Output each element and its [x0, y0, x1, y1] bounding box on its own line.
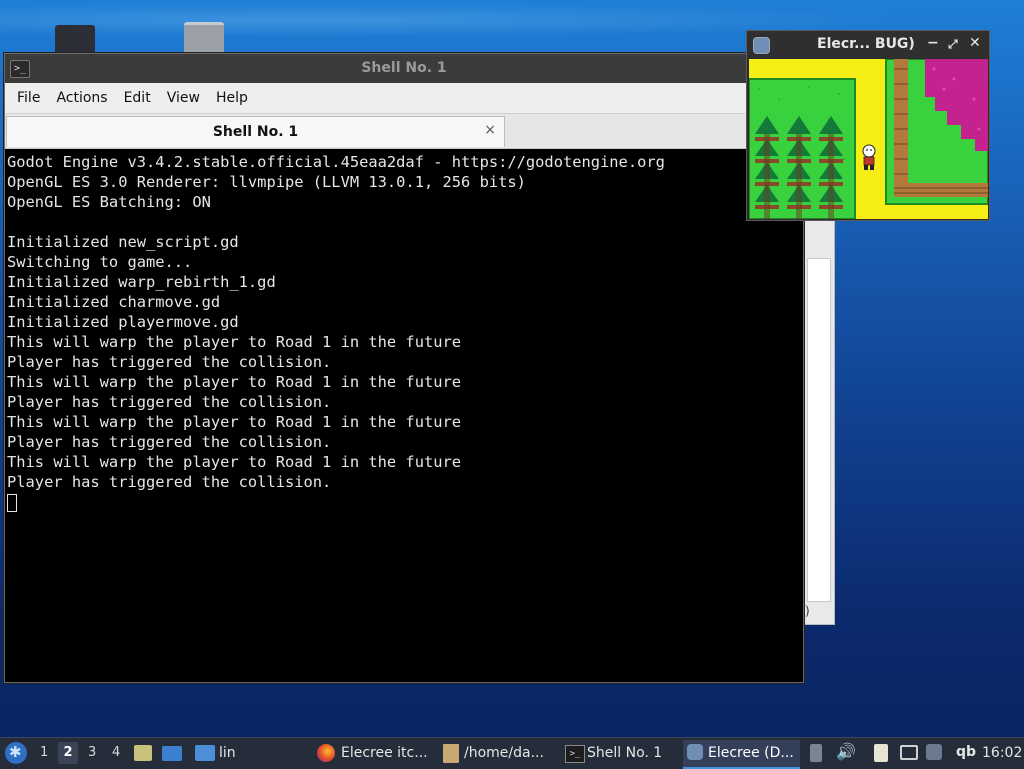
- output-line: This will warp the player to Road 1 in t…: [7, 413, 462, 431]
- output-line: This will warp the player to Road 1 in t…: [7, 453, 462, 471]
- game-scene: [749, 59, 988, 219]
- close-button[interactable]: ✕: [969, 35, 981, 51]
- game-viewport[interactable]: [749, 59, 988, 219]
- app-menu-button[interactable]: ✱: [5, 742, 27, 764]
- background-window: ): [800, 215, 835, 625]
- output-line: Initialized charmove.gd: [7, 293, 221, 311]
- window-title: Shell No. 1: [361, 60, 447, 76]
- minimize-button[interactable]: −: [927, 35, 939, 51]
- tab-shell-1[interactable]: Shell No. 1 ×: [6, 116, 505, 147]
- output-line: Player has triggered the collision.: [7, 393, 332, 411]
- task-label: Elecree (D...: [708, 745, 794, 761]
- game-titlebar[interactable]: Elecr... BUG) − ⤢ ✕: [747, 31, 989, 58]
- wooden-fence-vertical: [894, 59, 908, 197]
- task-label: Elecree itc...: [341, 745, 428, 761]
- output-line: Initialized warp_rebirth_1.gd: [7, 273, 276, 291]
- menu-actions[interactable]: Actions: [48, 90, 115, 106]
- text-cursor: [7, 493, 17, 512]
- scroll-arrows-icon[interactable]: [810, 744, 822, 762]
- output-line: This will warp the player to Road 1 in t…: [7, 333, 462, 351]
- output-line: Player has triggered the collision.: [7, 433, 332, 451]
- output-line: OpenGL ES Batching: ON: [7, 193, 211, 211]
- task-godot-active[interactable]: Elecree (D...: [683, 740, 800, 769]
- folder-icon[interactable]: [195, 745, 215, 761]
- wooden-fence-horizontal: [894, 183, 988, 197]
- background-window-panel: [807, 258, 831, 602]
- menu-file[interactable]: File: [9, 90, 48, 106]
- notification-icon[interactable]: [926, 744, 942, 760]
- tab-bar: Shell No. 1 ×: [5, 114, 803, 149]
- output-line: Player has triggered the collision.: [7, 353, 332, 371]
- output-line: Godot Engine v3.4.2.stable.official.45ea…: [7, 153, 665, 171]
- game-window[interactable]: Elecr... BUG) − ⤢ ✕: [746, 30, 990, 221]
- workspace-3[interactable]: 3: [88, 745, 96, 760]
- game-window-title: Elecr... BUG): [817, 36, 915, 52]
- output-line: OpenGL ES 3.0 Renderer: llvmpipe (LLVM 1…: [7, 173, 526, 191]
- menu-bar: File Actions Edit View Help: [5, 83, 803, 114]
- workspace-1[interactable]: 1: [40, 745, 48, 760]
- task-label: Shell No. 1: [587, 745, 663, 761]
- menu-logo-icon: ✱: [9, 743, 22, 761]
- task-label: /home/da...: [464, 745, 544, 761]
- output-line: Player has triggered the collision.: [7, 473, 332, 491]
- firefox-icon: [317, 744, 335, 762]
- workspace-2[interactable]: 2: [58, 742, 78, 764]
- terminal-output[interactable]: Godot Engine v3.4.2.stable.official.45ea…: [5, 149, 803, 682]
- godot-icon: [687, 744, 703, 760]
- tray-qb-text[interactable]: qb: [956, 744, 976, 760]
- taskbar: ✱ 1 2 3 4 lin Elecree itc... /home/da...…: [0, 737, 1024, 769]
- show-desktop-icon[interactable]: [162, 746, 182, 761]
- volume-icon[interactable]: 🔊: [836, 742, 856, 761]
- clock[interactable]: 16:02: [982, 745, 1022, 761]
- network-icon[interactable]: [900, 745, 918, 760]
- godot-icon: [753, 37, 770, 54]
- clipboard-icon[interactable]: [874, 744, 888, 762]
- output-line: Initialized new_script.gd: [7, 233, 239, 251]
- output-line: This will warp the player to Road 1 in t…: [7, 373, 462, 391]
- background-window-text: ): [805, 604, 810, 618]
- workspace-4[interactable]: 4: [112, 745, 120, 760]
- terminal-titlebar[interactable]: >_ Shell No. 1: [5, 54, 803, 83]
- tab-label: Shell No. 1: [212, 124, 299, 140]
- menu-help[interactable]: Help: [208, 90, 256, 106]
- file-manager-icon[interactable]: [134, 745, 152, 761]
- archive-icon: [443, 744, 459, 763]
- prompt-line[interactable]: [7, 492, 801, 512]
- task-terminal[interactable]: >_ Shell No. 1: [562, 741, 680, 766]
- output-line: Switching to game...: [7, 253, 193, 271]
- terminal-icon: >_: [565, 745, 585, 763]
- task-firefox[interactable]: Elecree itc...: [315, 741, 437, 766]
- menu-edit[interactable]: Edit: [116, 90, 159, 106]
- folder-label[interactable]: lin: [219, 745, 236, 761]
- menu-view[interactable]: View: [159, 90, 208, 106]
- task-file-archive[interactable]: /home/da...: [440, 741, 558, 766]
- terminal-window[interactable]: >_ Shell No. 1 File Actions Edit View He…: [4, 53, 804, 683]
- desktop-trash-icon[interactable]: [184, 22, 224, 55]
- maximize-button[interactable]: ⤢: [948, 37, 958, 52]
- output-line: Initialized playermove.gd: [7, 313, 239, 331]
- desktop-icon-dark[interactable]: [55, 25, 95, 55]
- close-icon[interactable]: ×: [484, 122, 496, 138]
